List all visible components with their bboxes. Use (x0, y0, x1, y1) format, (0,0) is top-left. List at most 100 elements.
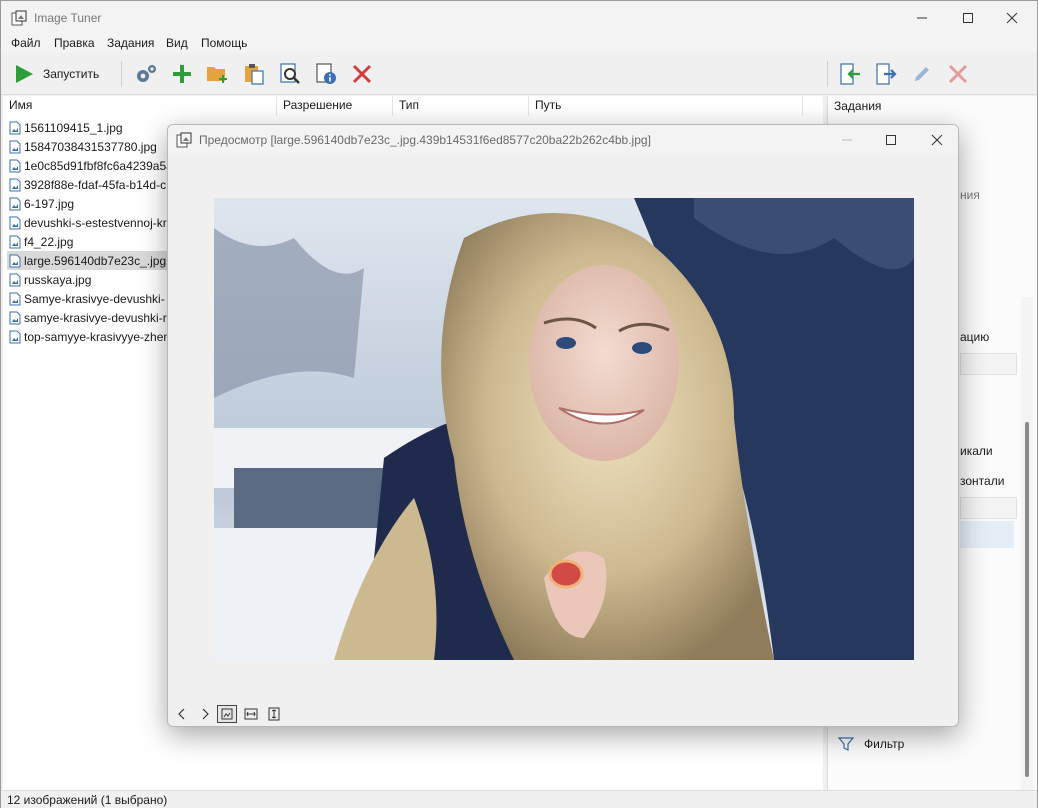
menu-bar: Файл Правка Задания Вид Помощь (1, 35, 1037, 53)
file-row[interactable]: samye-krasivye-devushki-r (9, 308, 167, 327)
delete-button[interactable] (347, 59, 377, 89)
file-row[interactable]: f4_22.jpg (9, 232, 73, 251)
column-header-name[interactable]: Имя (3, 96, 277, 116)
edit-task-button[interactable] (907, 59, 937, 89)
preview-photo (214, 198, 914, 660)
tasks-panel-header: Задания (834, 99, 882, 113)
maximize-button[interactable] (945, 1, 991, 35)
tasks-text-fragment: икали (960, 444, 993, 458)
image-file-icon (9, 273, 21, 286)
menu-tasks[interactable]: Задания (107, 36, 154, 50)
preview-maximize-button[interactable] (868, 125, 914, 155)
preview-button[interactable] (275, 59, 305, 89)
image-file-icon (9, 216, 21, 229)
tasks-scrollbar[interactable] (1021, 297, 1033, 790)
minimize-icon (917, 17, 927, 19)
close-icon (1006, 12, 1018, 24)
task-option-field[interactable] (960, 497, 1017, 519)
preview-icon (280, 63, 300, 84)
fit-height-button[interactable] (264, 705, 284, 723)
preview-minimize-button[interactable] (824, 125, 870, 155)
fit-to-window-button[interactable] (217, 705, 237, 723)
app-icon (11, 10, 27, 26)
export-tasks-icon (876, 63, 897, 85)
close-button[interactable] (989, 1, 1035, 35)
import-tasks-icon (840, 63, 860, 85)
settings-button[interactable] (131, 59, 161, 89)
menu-help[interactable]: Помощь (201, 36, 247, 50)
file-name: 3928f88e-fdaf-45fa-b14d-c (24, 177, 167, 192)
menu-file[interactable]: Файл (11, 36, 41, 50)
delete-icon (352, 64, 372, 84)
image-file-icon (9, 140, 21, 153)
maximize-icon (963, 13, 973, 23)
export-tasks-button[interactable] (871, 59, 901, 89)
remove-task-button[interactable] (943, 59, 973, 89)
paste-icon (245, 64, 264, 85)
filter-icon (838, 737, 854, 751)
fit-width-button[interactable] (241, 705, 261, 723)
paste-button[interactable] (239, 59, 269, 89)
file-row[interactable]: 1561109415_1.jpg (9, 118, 123, 137)
preview-image (214, 198, 914, 660)
add-folder-button[interactable] (203, 59, 233, 89)
remove-task-icon (948, 64, 968, 84)
column-header-resolution[interactable]: Разрешение (277, 96, 393, 116)
menu-view[interactable]: Вид (166, 36, 188, 50)
tasks-text-fragment: зонтали (960, 474, 1005, 488)
task-option-field[interactable] (960, 353, 1017, 375)
image-file-icon (9, 178, 21, 191)
column-header-path[interactable]: Путь (529, 96, 803, 116)
add-file-button[interactable] (167, 59, 197, 89)
preview-prev-button[interactable] (172, 705, 192, 723)
scrollbar-thumb[interactable] (1025, 422, 1029, 777)
column-header-type[interactable]: Тип (393, 96, 529, 116)
file-row-selected[interactable]: large.596140db7e23c_.jpg.4 (7, 251, 177, 270)
title-bar: Image Tuner (1, 1, 1037, 35)
toolbar-separator (121, 61, 122, 87)
file-row[interactable]: 1e0c85d91fbf8fc6a4239a5a (9, 156, 173, 175)
file-name: 15847038431537780.jpg (24, 139, 157, 154)
import-tasks-button[interactable] (835, 59, 865, 89)
file-row[interactable]: 3928f88e-fdaf-45fa-b14d-c (9, 175, 166, 194)
preview-title-bar: Предосмотр [large.596140db7e23c_.jpg.439… (168, 125, 958, 155)
image-file-icon (9, 235, 21, 248)
file-name: top-samyye-krasivyye-zhen (24, 329, 171, 344)
maximize-icon (886, 135, 896, 145)
fit-to-window-icon (221, 708, 233, 720)
file-row[interactable]: 15847038431537780.jpg (9, 137, 157, 156)
file-row[interactable]: devushki-s-estestvennoj-kr (9, 213, 167, 232)
image-file-icon (9, 159, 21, 172)
image-file-icon (9, 311, 21, 324)
app-title: Image Tuner (34, 11, 102, 25)
file-name: 6-197.jpg (24, 196, 75, 211)
play-icon (16, 65, 33, 83)
file-row[interactable]: russkaya.jpg (9, 270, 91, 289)
info-button[interactable] (311, 59, 341, 89)
menu-edit[interactable]: Правка (54, 36, 95, 50)
close-icon (931, 134, 943, 146)
file-name: russkaya.jpg (24, 272, 92, 287)
file-row[interactable]: top-samyye-krasivyye-zhen (9, 327, 170, 346)
toolbar-separator (827, 61, 828, 87)
run-button[interactable]: Запустить (9, 59, 109, 89)
file-name: f4_22.jpg (24, 234, 74, 249)
minimize-icon (842, 139, 852, 141)
tasks-text-fragment: ния (960, 188, 980, 202)
file-row[interactable]: Samye-krasivye-devushki- (9, 289, 165, 308)
filter-item[interactable]: Фильтр (838, 736, 904, 752)
preview-next-button[interactable] (195, 705, 215, 723)
fit-height-icon (268, 707, 280, 721)
prev-arrow-icon (178, 708, 185, 720)
task-option-highlight[interactable] (960, 521, 1014, 548)
file-name: large.596140db7e23c_.jpg.4 (24, 253, 177, 268)
minimize-button[interactable] (899, 1, 945, 35)
file-row[interactable]: 6-197.jpg (9, 194, 74, 213)
status-text: 12 изображений (1 выбрано) (7, 793, 168, 807)
image-file-icon (9, 292, 21, 305)
preview-close-button[interactable] (914, 125, 958, 155)
preview-title: Предосмотр [large.596140db7e23c_.jpg.439… (199, 133, 651, 147)
file-name: Samye-krasivye-devushki- (24, 291, 165, 306)
image-file-icon (9, 197, 21, 210)
image-file-icon (9, 254, 21, 267)
